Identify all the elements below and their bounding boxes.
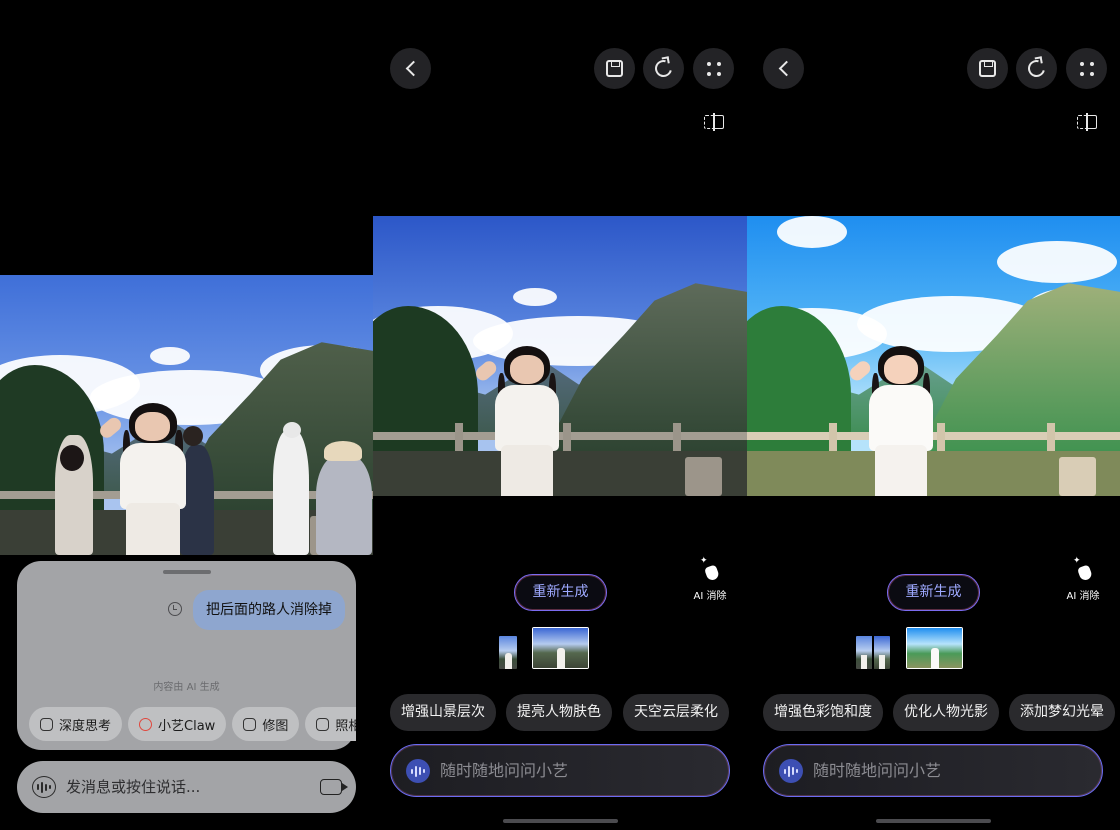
magic-hand-icon — [1073, 556, 1093, 582]
chevron-left-icon — [778, 60, 794, 77]
thumbnail-original[interactable] — [499, 636, 517, 669]
rotate-button[interactable] — [643, 48, 684, 89]
video-call-icon[interactable] — [320, 779, 348, 795]
suggestion-chip-1[interactable]: 优化人物光影 — [893, 694, 999, 731]
thumbnail-anime[interactable] — [906, 627, 963, 669]
ai-generated-note: 内容由 AI 生成 — [153, 682, 220, 693]
camera-icon — [316, 717, 330, 731]
save-button[interactable] — [594, 48, 635, 89]
edit-panel-anime: 重新生成 AI 消除 增强色彩饱和度 优化人物光影 添加梦幻光晕 随时随地问问小… — [747, 0, 1120, 830]
chip-retouch[interactable]: 修图 — [232, 707, 300, 741]
more-dots-icon — [1079, 61, 1094, 76]
claw-icon — [139, 717, 153, 731]
user-message-bubble: 把后面的路人消除掉 — [193, 590, 345, 630]
regenerate-button[interactable]: 重新生成 — [887, 574, 980, 611]
suggestion-chip-1[interactable]: 提亮人物肤色 — [506, 694, 612, 731]
thumbnail-natural[interactable] — [532, 627, 589, 669]
atom-icon — [40, 717, 53, 731]
voice-wave-icon[interactable] — [779, 759, 803, 783]
message-input-placeholder[interactable]: 发消息或按住说话... — [66, 761, 200, 813]
back-button[interactable] — [390, 48, 431, 89]
rotate-icon — [651, 56, 676, 81]
thumbnail-previous-pair[interactable] — [856, 636, 890, 669]
message-input-bar[interactable]: 发消息或按住说话... — [17, 761, 356, 813]
suggestion-chip-0[interactable]: 增强山景层次 — [390, 694, 496, 731]
ask-xiaoyi-input[interactable]: 随时随地问问小艺 — [390, 744, 730, 797]
girl-subject — [96, 403, 190, 555]
back-button[interactable] — [763, 48, 804, 89]
chevron-left-icon — [405, 60, 421, 77]
voice-wave-icon[interactable] — [406, 759, 430, 783]
more-button[interactable] — [1066, 48, 1107, 89]
chat-card: 把后面的路人消除掉 内容由 AI 生成 深度思考 小艺Claw 修图 照相 — [17, 561, 356, 750]
ask-input-placeholder[interactable]: 随时随地问问小艺 — [813, 745, 941, 796]
girl-subject — [473, 346, 563, 496]
drag-handle[interactable] — [163, 570, 211, 574]
compare-icon[interactable] — [704, 113, 724, 131]
regenerate-button[interactable]: 重新生成 — [514, 574, 607, 611]
image-edit-icon — [243, 717, 257, 731]
suggestion-chip-2[interactable]: 添加梦幻光晕 — [1009, 694, 1115, 731]
ask-input-placeholder[interactable]: 随时随地问问小艺 — [440, 745, 568, 796]
rotate-icon — [1024, 56, 1049, 81]
home-indicator[interactable] — [876, 819, 991, 823]
compare-icon[interactable] — [1077, 113, 1097, 131]
edited-photo-anime — [747, 216, 1120, 496]
chip-camera[interactable]: 照相 — [305, 707, 356, 741]
save-button[interactable] — [967, 48, 1008, 89]
suggestion-chip-0[interactable]: 增强色彩饱和度 — [763, 694, 883, 731]
home-indicator[interactable] — [503, 819, 618, 823]
ask-xiaoyi-input[interactable]: 随时随地问问小艺 — [763, 744, 1103, 797]
chat-panel: 把后面的路人消除掉 内容由 AI 生成 深度思考 小艺Claw 修图 照相 发消息或按… — [0, 0, 373, 830]
rotate-button[interactable] — [1016, 48, 1057, 89]
edit-panel-natural: 重新生成 AI 消除 增强山景层次 提亮人物肤色 天空云层柔化 随时随地问问小艺 — [373, 0, 747, 830]
ai-erase-button[interactable]: AI 消除 — [1059, 556, 1107, 602]
more-dots-icon — [706, 61, 721, 76]
chip-deep-think[interactable]: 深度思考 — [29, 707, 123, 741]
quick-chip-row: 深度思考 小艺Claw 修图 照相 — [29, 707, 356, 743]
ai-erase-button[interactable]: AI 消除 — [686, 556, 734, 602]
girl-subject — [847, 346, 937, 496]
more-button[interactable] — [693, 48, 734, 89]
refresh-icon[interactable] — [168, 602, 182, 616]
voice-wave-icon[interactable] — [32, 776, 56, 798]
save-icon — [606, 60, 623, 77]
edited-photo-natural — [373, 216, 747, 496]
chip-xiaoyi-claw[interactable]: 小艺Claw — [128, 707, 227, 741]
suggestion-chip-2[interactable]: 天空云层柔化 — [623, 694, 729, 731]
original-photo — [0, 275, 373, 555]
save-icon — [979, 60, 996, 77]
magic-hand-icon — [700, 556, 720, 582]
